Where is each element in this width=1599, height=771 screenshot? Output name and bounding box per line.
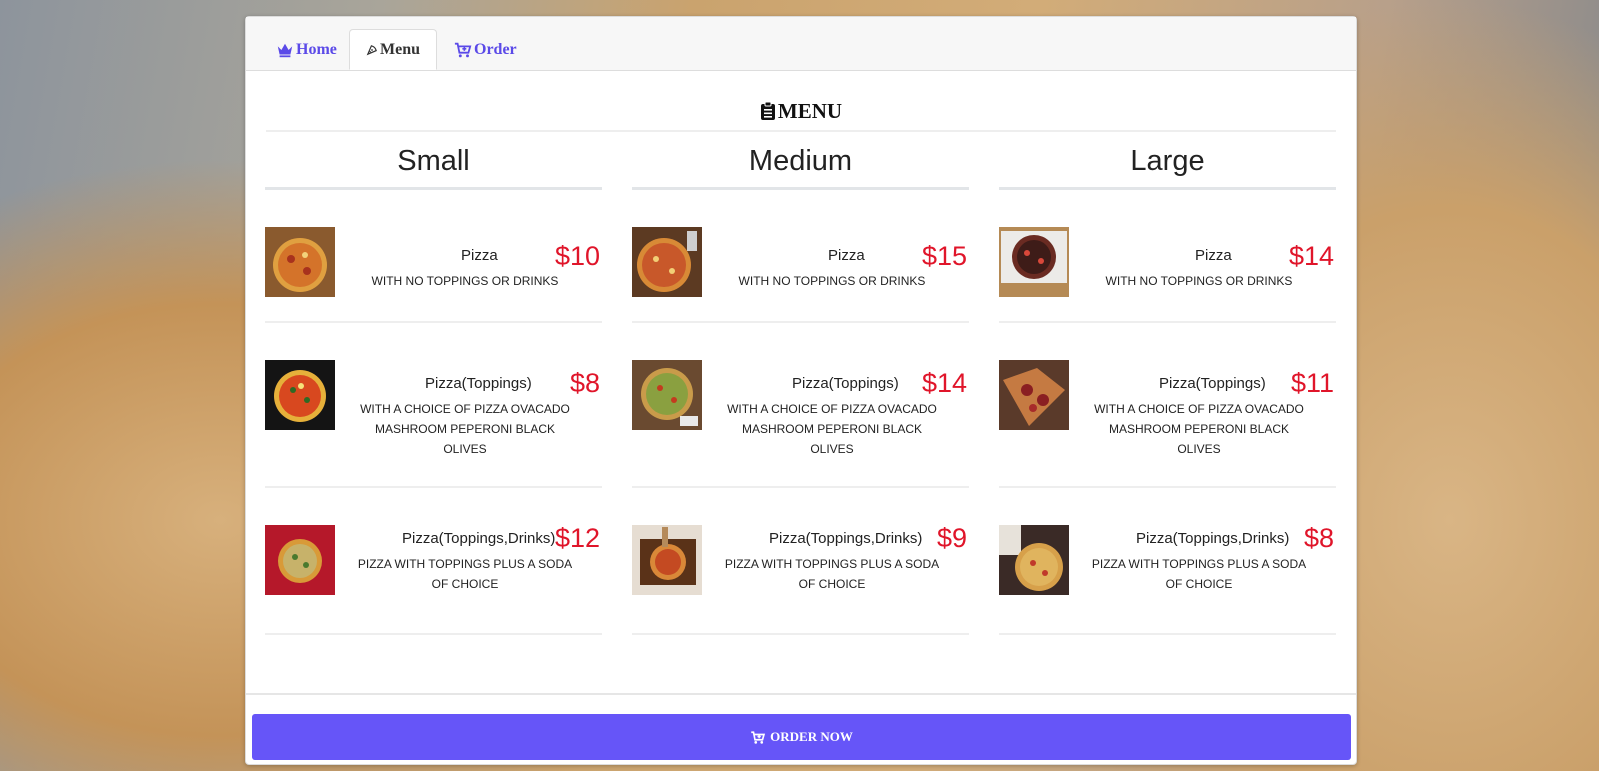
item-description: WITH NO TOPPINGS OR DRINKS [371,274,559,288]
tab-home[interactable]: Home [260,29,353,70]
menu-card: Home Menu Order MENU Small Pizza $10 WIT… [245,16,1357,765]
item-description: PIZZA WITH TOPPINGS PLUS A SODA OF CHOIC… [724,557,940,591]
menu-item[interactable]: Pizza(Toppings) $8 WITH A CHOICE OF PIZZ… [265,323,602,488]
item-description: WITH A CHOICE OF PIZZA OVACADO MASHROOM … [1094,402,1304,456]
item-name: Pizza(Toppings,Drinks) [402,530,556,547]
tab-order[interactable]: Order [438,29,533,70]
item-price: $15 [921,241,967,271]
item-description: WITH A CHOICE OF PIZZA OVACADO MASHROOM … [360,402,570,456]
pizza-photo [999,525,1069,595]
menu-item[interactable]: Pizza $15 WITH NO TOPPINGS OR DRINKS [632,190,969,323]
item-description: PIZZA WITH TOPPINGS PLUS A SODA OF CHOIC… [1091,557,1307,591]
pizza-slice-icon [366,44,377,55]
column-heading: Large [999,131,1336,190]
item-description: WITH NO TOPPINGS OR DRINKS [1105,274,1293,288]
item-name: Pizza(Toppings) [792,375,899,392]
item-name: Pizza(Toppings,Drinks) [769,530,923,547]
column-medium: Medium Pizza $15 WITH NO TOPPINGS OR DRI… [632,131,969,635]
cart-plus-icon [751,730,766,744]
menu-item[interactable]: Pizza $10 WITH NO TOPPINGS OR DRINKS [265,190,602,323]
column-heading: Small [265,131,602,190]
column-heading: Medium [632,131,969,190]
menu-item[interactable]: Pizza(Toppings,Drinks) $12 PIZZA WITH TO… [265,488,602,635]
cart-plus-icon [454,42,472,57]
pizza-photo [265,227,335,297]
pizza-photo [999,360,1069,430]
tab-home-label: Home [296,40,337,58]
item-description: WITH NO TOPPINGS OR DRINKS [738,274,926,288]
item-price: $12 [554,523,600,553]
tab-menu[interactable]: Menu [349,29,437,70]
menu-item[interactable]: Pizza(Toppings,Drinks) $9 PIZZA WITH TOP… [632,488,969,635]
pizza-photo [265,360,335,430]
item-price: $14 [1288,241,1334,271]
order-now-button[interactable]: ORDER NOW [252,714,1351,760]
item-price: $11 [1290,368,1334,398]
item-price: $9 [936,523,967,553]
pizza-photo [632,227,702,297]
column-small: Small Pizza $10 WITH NO TOPPINGS OR DRIN… [265,131,602,635]
pizza-photo [632,360,702,430]
item-price: $14 [921,368,967,398]
item-name: Pizza [461,247,498,264]
card-footer-divider [246,693,1356,695]
item-price: $10 [554,241,600,271]
menu-item[interactable]: Pizza(Toppings) $14 WITH A CHOICE OF PIZ… [632,323,969,488]
item-name: Pizza [828,247,865,264]
menu-item[interactable]: Pizza(Toppings) $11 WITH A CHOICE OF PIZ… [999,323,1336,488]
item-name: Pizza(Toppings) [1159,375,1266,392]
tab-bar: Home Menu Order [246,17,1356,71]
menu-item[interactable]: Pizza(Toppings,Drinks) $8 PIZZA WITH TOP… [999,488,1336,635]
tab-order-label: Order [474,40,517,58]
item-description: PIZZA WITH TOPPINGS PLUS A SODA OF CHOIC… [357,557,573,591]
pizza-photo [999,227,1069,297]
column-large: Large Pizza $14 WITH NO TOPPINGS OR DRIN… [999,131,1336,635]
item-price: $8 [1303,523,1334,553]
menu-title: MENU [777,98,843,123]
order-now-label: ORDER NOW [770,729,853,744]
clipboard-list-icon [760,101,775,120]
crown-icon [277,43,293,57]
item-name: Pizza [1195,247,1232,264]
pizza-photo [265,525,335,595]
menu-item[interactable]: Pizza $14 WITH NO TOPPINGS OR DRINKS [999,190,1336,323]
item-price: $8 [569,368,600,398]
item-description: WITH A CHOICE OF PIZZA OVACADO MASHROOM … [727,402,937,456]
item-name: Pizza(Toppings) [425,375,532,392]
tab-menu-label: Menu [380,40,420,58]
item-name: Pizza(Toppings,Drinks) [1136,530,1290,547]
pizza-photo [632,525,702,595]
menu-heading: MENU [246,91,1356,131]
